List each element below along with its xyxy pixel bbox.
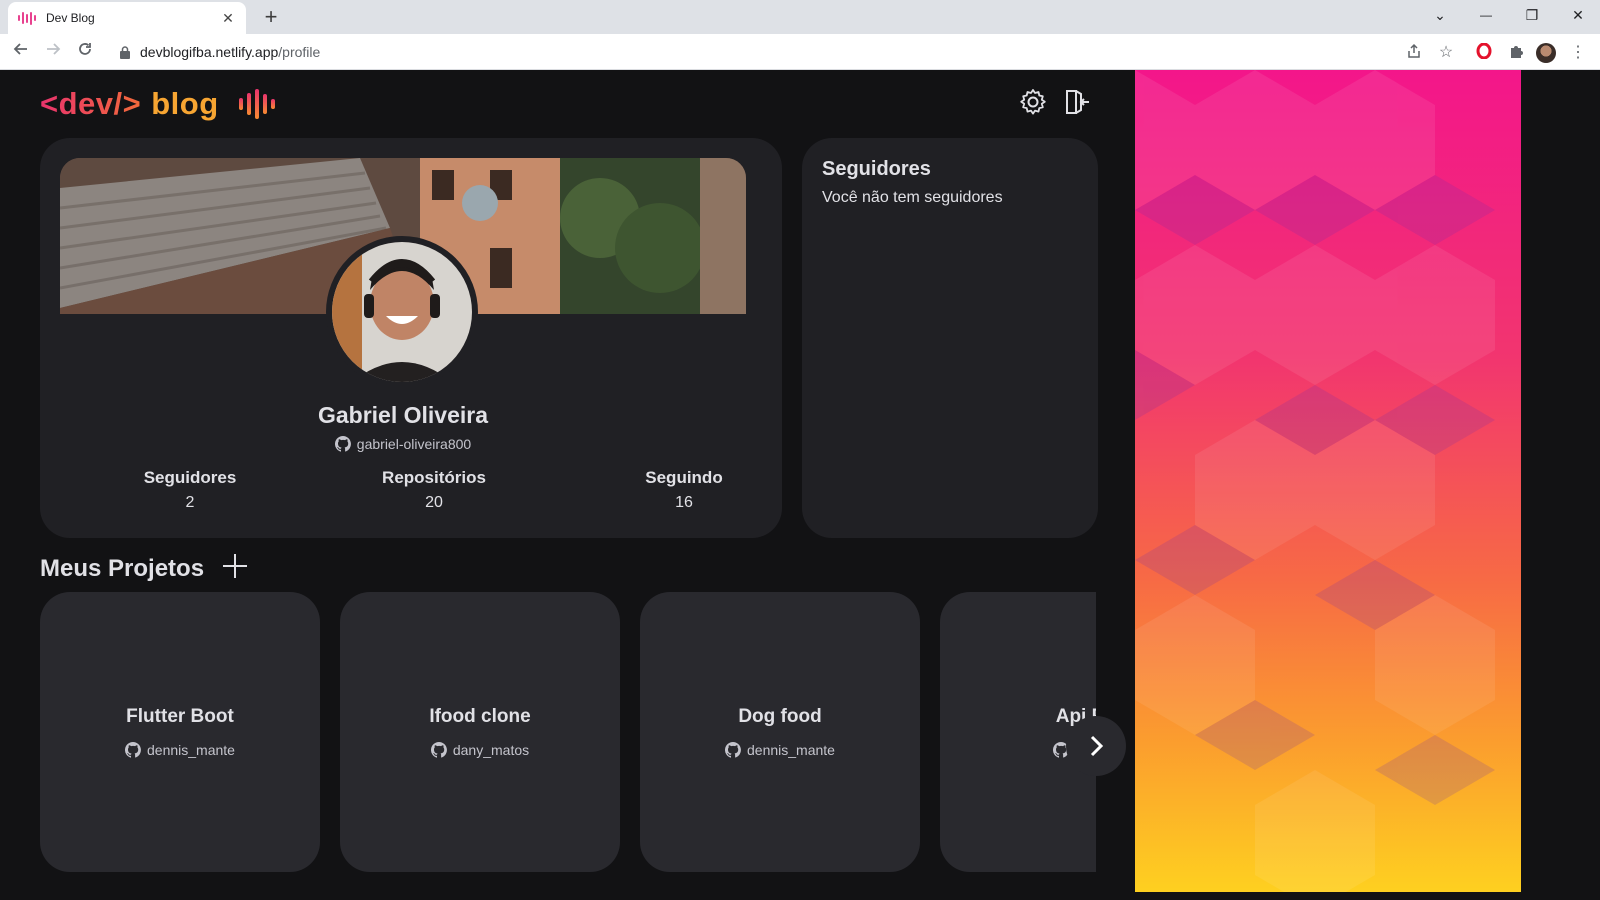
stat-label: Repositórios	[382, 468, 486, 487]
profile-card: Gabriel Oliveira gabriel-oliveira800 Seg…	[40, 138, 782, 538]
project-owner-name: dany_matos	[452, 742, 530, 758]
project-card[interactable]: Ifood clone dany_matos	[340, 592, 620, 872]
minimize-button[interactable]: —	[1464, 0, 1508, 30]
stat-value: 20	[425, 494, 443, 511]
project-owner: dennis_mante	[640, 742, 920, 758]
followers-panel-title: Seguidores	[822, 158, 931, 180]
logo-dev-text: <dev/>	[40, 86, 142, 121]
logo-blog-text: blog	[151, 86, 219, 121]
browser-tab[interactable]: Dev Blog ✕	[8, 2, 246, 34]
github-icon	[125, 742, 141, 758]
tab-title: Dev Blog	[46, 11, 95, 25]
forward-arrow-icon[interactable]	[42, 41, 64, 63]
tab-close-icon[interactable]: ✕	[220, 10, 236, 27]
project-title: Api P	[1055, 706, 1096, 727]
add-project-icon[interactable]	[222, 553, 248, 584]
project-owner-name: dennis_mante	[147, 742, 235, 758]
logo-waveform-icon	[238, 89, 275, 119]
chevron-right-icon	[1090, 735, 1104, 757]
github-icon	[725, 742, 741, 758]
project-owner: dany_matos	[340, 742, 620, 758]
new-tab-button[interactable]: +	[258, 4, 284, 30]
favicon-icon	[18, 11, 36, 25]
project-card[interactable]: Flutter Boot dennis_mante	[40, 592, 320, 872]
project-owner-name: dennis_mante	[747, 742, 835, 758]
project-title: Dog food	[738, 706, 822, 727]
browser-menu-icon[interactable]: ⋮	[1568, 43, 1588, 63]
opera-extension-icon[interactable]	[1474, 42, 1494, 63]
profile-github[interactable]: gabriel-oliveira800	[40, 436, 766, 452]
stat-followers[interactable]: Seguidores 2	[120, 468, 260, 512]
reload-icon[interactable]	[74, 41, 96, 63]
bookmark-star-icon[interactable]: ☆	[1436, 43, 1456, 63]
share-icon[interactable]	[1404, 43, 1424, 63]
projects-title: Meus Projetos	[40, 554, 205, 582]
browser-tab-strip: Dev Blog ✕ + ⌄ — ❐ ✕	[0, 0, 1600, 34]
settings-gear-icon[interactable]	[1019, 88, 1047, 116]
carousel-next-button[interactable]	[1066, 716, 1126, 776]
github-icon	[334, 436, 351, 452]
stat-label: Seguidores	[143, 468, 237, 487]
lock-icon	[120, 46, 130, 59]
stat-following[interactable]: Seguindo 16	[624, 468, 744, 512]
logout-icon[interactable]	[1063, 88, 1091, 116]
profile-github-username: gabriel-oliveira800	[356, 436, 472, 452]
stat-repositories[interactable]: Repositórios 20	[354, 468, 514, 512]
project-title: Ifood clone	[429, 706, 531, 727]
project-owner: dennis_mante	[40, 742, 320, 758]
stat-value: 16	[675, 494, 693, 511]
page-content: <dev/> blog Gabriel Oliveira gabriel-oli…	[0, 70, 1600, 900]
back-arrow-icon[interactable]	[10, 41, 32, 63]
profile-name: Gabriel Oliveira	[317, 402, 489, 428]
followers-panel: Seguidores Você não tem seguidores	[802, 138, 1098, 538]
project-card[interactable]: Dog food dennis_mante	[640, 592, 920, 872]
restore-button[interactable]: ❐	[1510, 0, 1554, 30]
address-bar[interactable]: devblogifba.netlify.app/profile	[108, 37, 1434, 67]
stat-value: 2	[185, 494, 195, 511]
projects-carousel: Flutter Boot dennis_mante Ifood clone da…	[40, 592, 1096, 872]
decorative-gradient-artwork	[1135, 70, 1521, 892]
stat-label: Seguindo	[645, 468, 723, 487]
url-text: devblogifba.netlify.app/profile	[140, 44, 321, 60]
github-icon	[430, 742, 447, 758]
profile-avatar[interactable]	[1536, 43, 1556, 63]
tab-search-icon[interactable]: ⌄	[1418, 0, 1462, 30]
browser-toolbar: devblogifba.netlify.app/profile ☆ ⋮	[0, 34, 1600, 70]
projects-heading: Meus Projetos	[40, 553, 248, 584]
extensions-puzzle-icon[interactable]	[1506, 43, 1526, 63]
close-window-button[interactable]: ✕	[1556, 0, 1600, 30]
site-logo[interactable]: <dev/> blog	[40, 86, 275, 122]
project-title: Flutter Boot	[126, 706, 234, 727]
followers-empty-text: Você não tem seguidores	[822, 189, 1003, 206]
user-avatar	[326, 236, 478, 388]
